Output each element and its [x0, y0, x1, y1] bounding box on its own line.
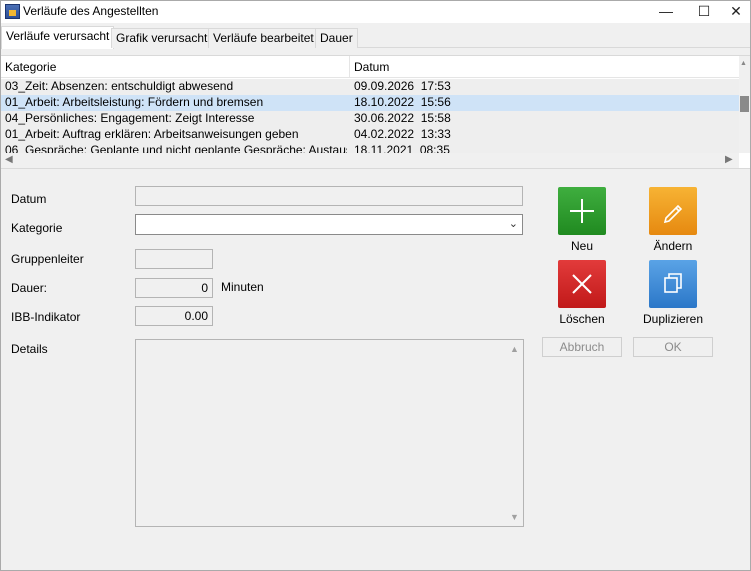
- table-row[interactable]: 01_Arbeit: Arbeitsleistung: Fördern und …: [1, 95, 739, 111]
- edit-label: Ändern: [653, 239, 693, 253]
- history-list: Kategorie Datum 03_Zeit: Absenzen: entsc…: [1, 55, 750, 169]
- title-bar: Verläufe des Angestellten — ☐ ✕: [1, 1, 750, 23]
- scroll-thumb[interactable]: [740, 96, 749, 112]
- window-title: Verläufe des Angestellten: [23, 4, 159, 18]
- tab-grafik-verursacht[interactable]: Grafik verursacht: [111, 28, 213, 48]
- delete-button[interactable]: [558, 260, 606, 308]
- table-row[interactable]: 04_Persönliches: Engagement: Zeigt Inter…: [1, 111, 739, 127]
- tab-dauer[interactable]: Dauer: [315, 28, 358, 48]
- copy-icon: [664, 273, 682, 293]
- scroll-up-icon[interactable]: ▲: [510, 344, 519, 354]
- row-datum: 18.10.2022 15:56: [354, 95, 451, 109]
- row-kategorie: 01_Arbeit: Auftrag erklären: Arbeitsanwe…: [5, 127, 299, 141]
- scroll-left-icon[interactable]: ◀: [5, 154, 13, 165]
- maximize-icon[interactable]: ☐: [687, 1, 721, 23]
- duplicate-button[interactable]: [649, 260, 697, 308]
- tab-verlaeufe-bearbeitet[interactable]: Verläufe bearbeitet: [208, 28, 319, 48]
- ibb-indikator-label: IBB-Indikator: [11, 310, 81, 324]
- row-datum: 30.06.2022 15:58: [354, 111, 451, 125]
- plus-icon: [570, 199, 594, 223]
- scroll-right-icon[interactable]: ▶: [725, 154, 733, 165]
- dauer-unit: Minuten: [221, 280, 264, 294]
- chevron-down-icon[interactable]: ⌄: [509, 217, 518, 230]
- kategorie-select[interactable]: ⌄: [135, 214, 523, 235]
- dauer-label: Dauer:: [11, 281, 48, 295]
- datum-label: Datum: [11, 192, 47, 206]
- tab-bar: Verläufe verursacht Grafik verursacht Ve…: [1, 26, 750, 49]
- scroll-down-icon[interactable]: ▼: [510, 512, 519, 522]
- details-scrollbar[interactable]: ▲ ▼: [507, 340, 523, 526]
- column-header-kategorie[interactable]: Kategorie: [5, 60, 56, 74]
- datum-field[interactable]: [135, 186, 523, 206]
- scroll-up-icon[interactable]: ▲: [740, 60, 747, 67]
- dauer-field[interactable]: 0: [135, 278, 213, 298]
- row-kategorie: 03_Zeit: Absenzen: entschuldigt abwesend: [5, 79, 234, 93]
- ibb-indikator-field[interactable]: 0.00: [135, 306, 213, 326]
- close-icon[interactable]: ✕: [719, 1, 751, 23]
- gruppenleiter-label: Gruppenleiter: [11, 252, 84, 266]
- table-row[interactable]: 03_Zeit: Absenzen: entschuldigt abwesend…: [1, 79, 739, 95]
- row-kategorie: 04_Persönliches: Engagement: Zeigt Inter…: [5, 111, 255, 125]
- add-button[interactable]: [558, 187, 606, 235]
- row-kategorie: 01_Arbeit: Arbeitsleistung: Fördern und …: [5, 95, 264, 109]
- app-window: Verläufe des Angestellten — ☐ ✕ Verläufe…: [0, 0, 751, 571]
- column-divider[interactable]: [349, 56, 350, 78]
- row-datum: 04.02.2022 13:33: [354, 127, 451, 141]
- minimize-icon[interactable]: —: [649, 1, 683, 23]
- details-label: Details: [11, 342, 48, 356]
- app-icon: [5, 4, 20, 19]
- gruppenleiter-field[interactable]: [135, 249, 213, 269]
- kategorie-label: Kategorie: [11, 221, 63, 235]
- ok-button[interactable]: OK: [633, 337, 713, 357]
- duplicate-label: Duplizieren: [642, 312, 704, 326]
- details-textarea[interactable]: ▲ ▼: [135, 339, 524, 527]
- edit-button[interactable]: [649, 187, 697, 235]
- row-datum: 09.09.2026 17:53: [354, 79, 451, 93]
- column-header-datum[interactable]: Datum: [354, 60, 389, 74]
- delete-label: Löschen: [559, 312, 605, 326]
- list-header: Kategorie Datum: [1, 56, 739, 78]
- table-row[interactable]: 01_Arbeit: Auftrag erklären: Arbeitsanwe…: [1, 127, 739, 143]
- cancel-button[interactable]: Abbruch: [542, 337, 622, 357]
- tab-verlaeufe-verursacht[interactable]: Verläufe verursacht: [1, 26, 115, 49]
- list-vertical-scrollbar[interactable]: ▲: [739, 56, 750, 153]
- close-x-icon: [572, 274, 592, 294]
- pencil-icon: [663, 204, 683, 224]
- add-label: Neu: [570, 239, 593, 253]
- list-horizontal-scrollbar[interactable]: ◀ ▶: [1, 153, 739, 168]
